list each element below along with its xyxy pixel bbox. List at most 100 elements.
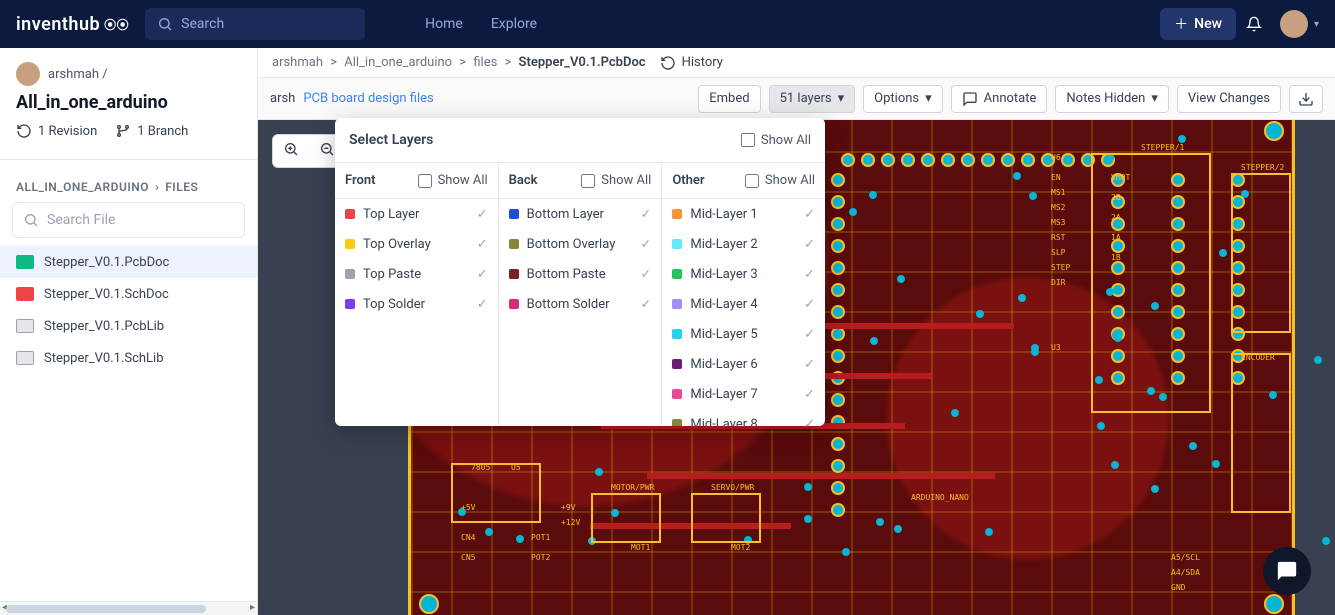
file-row[interactable]: Stepper_V0.1.SchDoc [0,278,257,310]
chevron-right-icon: › [155,180,159,194]
nav-explore[interactable]: Explore [491,16,537,32]
crumb-files[interactable]: files [473,55,497,70]
file-name: Stepper_V0.1.SchDoc [44,287,169,302]
brand-logo[interactable]: inventhub ⦿⦿ [16,14,129,35]
layer-row[interactable]: Top Solder✓ [335,289,498,319]
new-label: New [1194,16,1222,32]
layer-name: Bottom Layer [527,207,604,222]
silk-label: 7805 [471,463,490,472]
layers-popup-title: Select Layers [349,132,433,148]
layer-swatch [509,209,519,219]
files-crumb-repo[interactable]: ALL_IN_ONE_ARDUINO [16,180,149,194]
layers-popup: Select Layers Show All Front Show All To… [335,118,825,426]
zoom-in-button[interactable] [273,135,309,167]
layers-col-back: Back Show All Bottom Layer✓Bottom Overla… [499,162,663,426]
layer-row[interactable]: Bottom Overlay✓ [499,229,662,259]
silk-label: 1B [1111,253,1121,262]
file-row[interactable]: Stepper_V0.1.SchLib [0,342,257,374]
layer-name: Mid-Layer 6 [690,357,757,372]
file-row[interactable]: Stepper_V0.1.PcbDoc [0,246,257,278]
layer-swatch [509,239,519,249]
layers-col-front: Front Show All Top Layer✓Top Overlay✓Top… [335,162,499,426]
sidebar: arshmah / All_in_one_arduino 1 Revision … [0,48,258,615]
new-button[interactable]: ＋ New [1160,8,1236,40]
file-name: Stepper_V0.1.SchLib [44,351,164,366]
chevron-down-icon: ▾ [1151,91,1158,106]
repo-owner[interactable]: arshmah / [16,62,241,86]
other-show-all[interactable]: Show All [745,173,815,188]
top-nav: inventhub ⦿⦿ Search Home Explore ＋ New ▾ [0,0,1335,48]
crumb-repo[interactable]: All_in_one_arduino [344,55,452,70]
front-show-all[interactable]: Show All [418,173,488,188]
download-button[interactable] [1289,85,1323,113]
options-button[interactable]: Options▾ [863,85,943,113]
file-search-input[interactable]: Search File [12,202,245,238]
scrollbar-thumb[interactable] [6,605,206,613]
layer-row[interactable]: Bottom Paste✓ [499,259,662,289]
owner-name: arshmah / [48,67,108,82]
layers-button[interactable]: 51 layers▾ [769,85,856,113]
annotate-button[interactable]: Annotate [951,85,1048,113]
layer-swatch [672,239,682,249]
layer-row[interactable]: Mid-Layer 4✓ [662,289,825,319]
back-show-all[interactable]: Show All [581,173,651,188]
viewer-toolbar: arsh PCB board design files Embed 51 lay… [258,78,1335,120]
file-row[interactable]: Stepper_V0.1.PcbLib [0,310,257,342]
zoom-out-icon [319,141,335,157]
commit-message[interactable]: PCB board design files [303,91,433,106]
layer-swatch [345,269,355,279]
silk-label: POT1 [531,533,550,542]
show-all-toggle[interactable]: Show All [741,133,811,148]
notifications-button[interactable] [1236,16,1272,32]
repo-name[interactable]: All_in_one_arduino [16,92,241,113]
scroll-right-icon: ▸ [250,602,255,613]
notes-button[interactable]: Notes Hidden▾ [1055,85,1168,113]
layer-row[interactable]: Top Overlay✓ [335,229,498,259]
silk-label: STEPPER/2 [1241,163,1284,172]
layer-row[interactable]: Mid-Layer 7✓ [662,379,825,409]
layer-swatch [672,329,682,339]
brand-glyph: ⦿⦿ [104,16,129,33]
branches-link[interactable]: 1 Branch [115,123,188,139]
global-search[interactable]: Search [145,8,365,40]
back-heading: Back [509,173,538,188]
layer-row[interactable]: Top Layer✓ [335,199,498,229]
layer-row[interactable]: Mid-Layer 6✓ [662,349,825,379]
silk-label: A5/SCL [1171,553,1200,562]
file-icon [16,319,34,333]
path-breadcrumb: arshmah > All_in_one_arduino > files > S… [258,48,1335,78]
silk-label: MOT2 [731,543,750,552]
file-icon [16,351,34,365]
sidebar-scrollbar[interactable]: ◂ ▸ [0,601,257,615]
silk-label: DIR [1051,278,1065,287]
layer-row[interactable]: Bottom Layer✓ [499,199,662,229]
chevron-down-icon: ▾ [838,91,845,106]
crumb-user[interactable]: arshmah [272,55,323,70]
view-changes-button[interactable]: View Changes [1177,85,1281,113]
layer-row[interactable]: Mid-Layer 8✓ [662,409,825,426]
user-avatar[interactable] [1280,10,1308,38]
layer-name: Top Paste [363,267,421,282]
layer-row[interactable]: Mid-Layer 5✓ [662,319,825,349]
revisions-link[interactable]: 1 Revision [16,123,97,139]
layer-row[interactable]: Mid-Layer 3✓ [662,259,825,289]
layer-row[interactable]: Bottom Solder✓ [499,289,662,319]
silk-label: 2A [1111,213,1121,222]
layer-row[interactable]: Top Paste✓ [335,259,498,289]
user-menu-caret[interactable]: ▾ [1314,19,1319,30]
layer-row[interactable]: Mid-Layer 1✓ [662,199,825,229]
layer-row[interactable]: Mid-Layer 2✓ [662,229,825,259]
layer-swatch [345,299,355,309]
silk-label: +9V [561,503,575,512]
history-icon [16,123,32,139]
layer-name: Bottom Solder [527,297,610,312]
layer-name: Top Solder [363,297,425,312]
show-all-checkbox[interactable] [741,133,755,147]
layers-col-other: Other Show All Mid-Layer 1✓Mid-Layer 2✓M… [662,162,825,426]
front-heading: Front [345,173,375,188]
search-icon [23,212,39,228]
chat-button[interactable] [1263,547,1311,595]
embed-button[interactable]: Embed [698,85,760,113]
nav-home[interactable]: Home [425,16,463,32]
history-button[interactable]: History [660,55,723,71]
